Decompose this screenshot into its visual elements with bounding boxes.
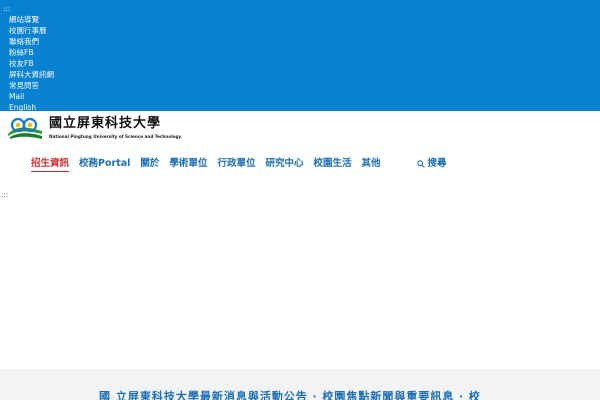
university-logo[interactable]: 國立屏東科技大學 National Pingtung University of… <box>6 116 181 142</box>
nav-search-button[interactable]: 搜尋 <box>416 156 447 172</box>
nav-item-others[interactable]: 其他 <box>361 156 380 172</box>
top-link-alumni-fb[interactable]: 校友FB <box>9 58 54 69</box>
search-icon <box>416 160 425 168</box>
nav-item-about[interactable]: 關於 <box>140 156 159 172</box>
nav-search-label: 搜尋 <box>427 158 447 169</box>
nav-item-admissions[interactable]: 招生資訊 <box>31 157 70 172</box>
top-link-faq[interactable]: 常見問答 <box>9 80 54 91</box>
logo-subtitle: National Pingtung University of Science … <box>49 134 182 139</box>
top-link-mail[interactable]: Mail <box>9 91 54 102</box>
top-link-english[interactable]: English <box>9 102 54 113</box>
top-link-fans-fb[interactable]: 粉絲FB <box>9 47 54 58</box>
top-bar: ::: 網站導覽 校園行事曆 聯絡我們 粉絲FB 校友FB 屏科大資訊網 常見問… <box>0 0 600 113</box>
top-link-contact[interactable]: 聯絡我們 <box>9 36 54 47</box>
news-ticker-band: 國 立屏東科技大學最新消息與活動公告 ‧ 校園焦點新聞與重要訊息 ‧ 校 <box>0 369 600 400</box>
main-nav: 招生資訊 校務Portal 關於 學術單位 行政單位 研究中心 校園生活 其他 … <box>31 156 447 172</box>
nav-item-research[interactable]: 研究中心 <box>265 156 303 172</box>
top-links: 網站導覽 校園行事曆 聯絡我們 粉絲FB 校友FB 屏科大資訊網 常見問答 Ma… <box>9 14 54 113</box>
top-link-calendar[interactable]: 校園行事曆 <box>9 25 54 36</box>
nav-item-campus-life[interactable]: 校園生活 <box>313 156 351 172</box>
page: ::: 網站導覽 校園行事曆 聯絡我們 粉絲FB 校友FB 屏科大資訊網 常見問… <box>0 0 600 400</box>
nav-item-administration[interactable]: 行政單位 <box>217 156 255 172</box>
nav-item-academic[interactable]: 學術單位 <box>169 156 207 172</box>
logo-title: 國立屏東科技大學 <box>49 116 162 131</box>
logo-emblem-icon <box>8 117 42 139</box>
nav-item-portal[interactable]: 校務Portal <box>79 156 130 172</box>
access-key-main[interactable]: ::: <box>1 191 8 199</box>
top-link-site-map[interactable]: 網站導覽 <box>9 14 54 25</box>
access-key-top[interactable]: ::: <box>3 5 10 13</box>
news-ticker-text[interactable]: 國 立屏東科技大學最新消息與活動公告 ‧ 校園焦點新聞與重要訊息 ‧ 校 <box>99 391 481 400</box>
top-link-info-net[interactable]: 屏科大資訊網 <box>9 69 54 80</box>
